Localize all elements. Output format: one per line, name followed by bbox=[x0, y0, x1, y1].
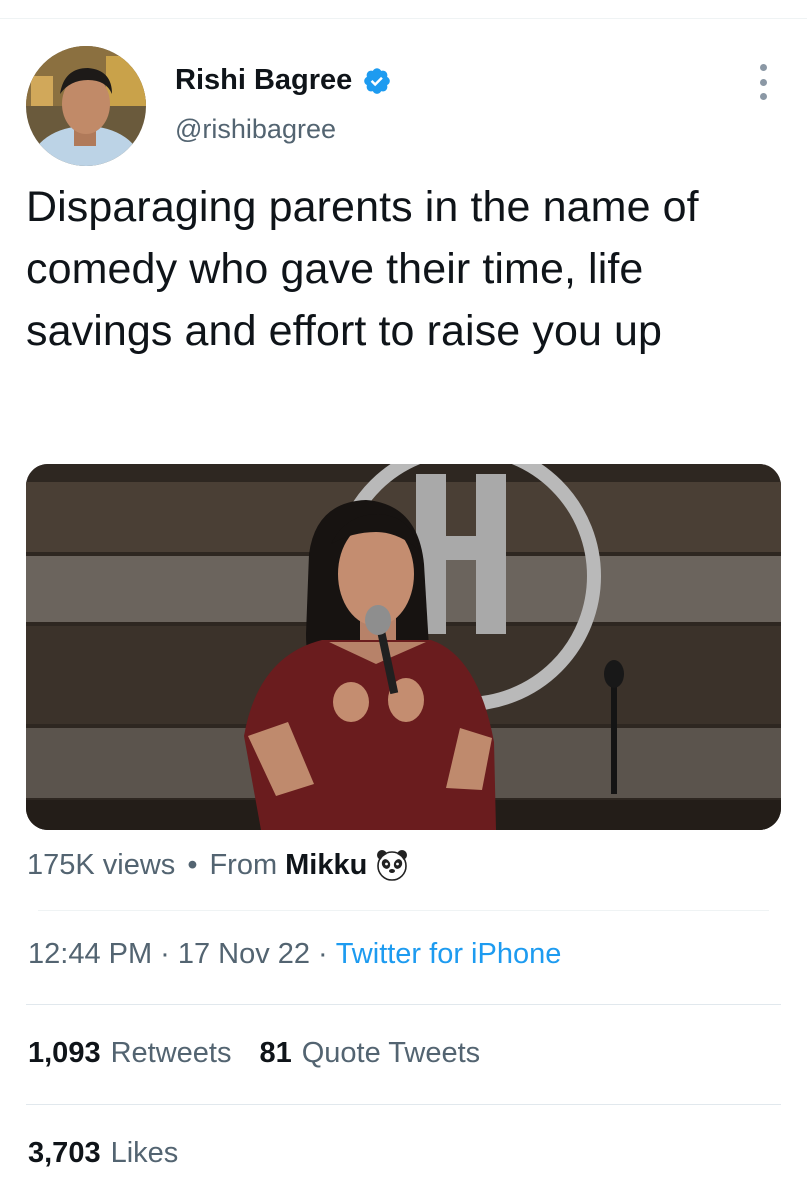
retweets-count: 1,093 bbox=[28, 1037, 101, 1069]
engagement-stats-row: 1,093 Retweets 81 Quote Tweets bbox=[28, 1037, 480, 1070]
views-row: 175K views • From Mikku bbox=[27, 848, 409, 882]
tweet-client-link[interactable]: Twitter for iPhone bbox=[336, 938, 562, 971]
quote-tweets-stat[interactable]: 81 Quote Tweets bbox=[259, 1037, 480, 1070]
video-thumbnail bbox=[26, 464, 781, 830]
view-count: 175K views bbox=[27, 848, 176, 881]
quote-tweets-label: Quote Tweets bbox=[301, 1037, 481, 1069]
separator-dot: • bbox=[187, 848, 198, 881]
author-display-name[interactable]: Rishi Bagree bbox=[175, 64, 352, 97]
retweets-stat[interactable]: 1,093 Retweets bbox=[28, 1037, 231, 1070]
panda-face-icon bbox=[375, 848, 409, 882]
tweet-timestamp-row: 12:44 PM · 17 Nov 22 · Twitter for iPhon… bbox=[28, 938, 561, 971]
divider bbox=[26, 1104, 781, 1105]
likes-stat[interactable]: 3,703 Likes bbox=[28, 1137, 178, 1170]
tweet-date[interactable]: 17 Nov 22 bbox=[178, 938, 310, 971]
tweet-text: Disparaging parents in the name of comed… bbox=[26, 183, 699, 355]
divider bbox=[38, 910, 769, 911]
from-label: From bbox=[209, 848, 278, 881]
tweet-time[interactable]: 12:44 PM bbox=[28, 938, 152, 971]
tweet-video-media[interactable] bbox=[26, 464, 781, 830]
retweets-label: Retweets bbox=[110, 1037, 232, 1069]
verified-badge-icon bbox=[362, 66, 392, 96]
divider bbox=[26, 1004, 781, 1005]
author-handle[interactable]: @rishibagree bbox=[175, 114, 336, 145]
separator-dot: · bbox=[318, 938, 328, 970]
separator-dot: · bbox=[160, 938, 170, 970]
likes-count: 3,703 bbox=[28, 1137, 101, 1169]
likes-label: Likes bbox=[110, 1137, 179, 1169]
top-divider bbox=[0, 18, 807, 19]
author-avatar[interactable] bbox=[26, 46, 146, 166]
quote-tweets-count: 81 bbox=[259, 1037, 292, 1069]
media-source-name[interactable]: Mikku bbox=[285, 849, 367, 882]
more-options-icon[interactable] bbox=[752, 64, 774, 100]
